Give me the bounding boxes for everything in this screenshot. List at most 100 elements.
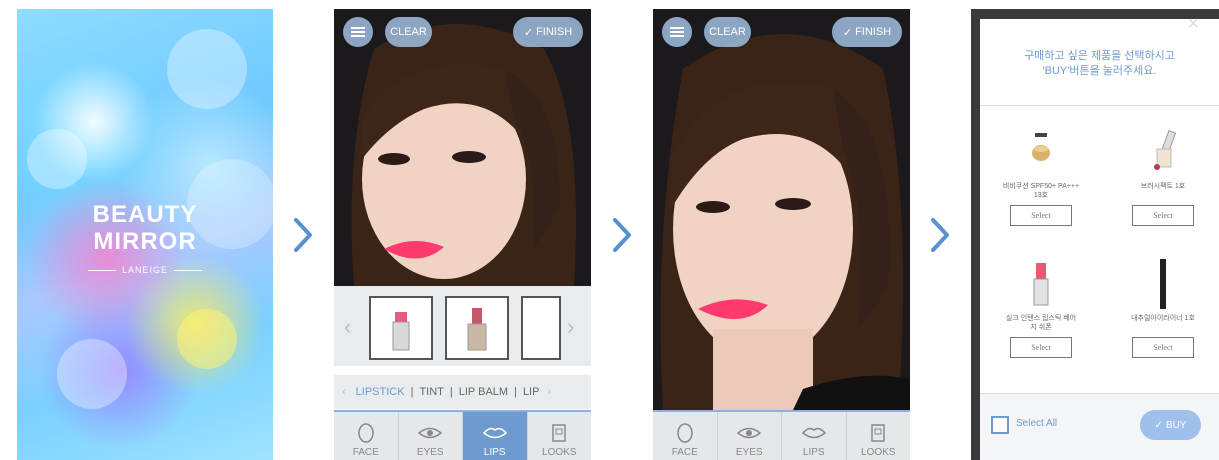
popup-title-line2: 'BUY'버튼을 눌러주세요. xyxy=(1042,65,1157,77)
separator: | xyxy=(410,386,414,398)
tab-looks[interactable]: LOOKS xyxy=(847,412,911,460)
finish-label: FINISH xyxy=(855,26,892,38)
check-icon: ✓ xyxy=(842,26,853,39)
tab-label: LIPS xyxy=(802,447,825,458)
eye-icon xyxy=(737,427,762,439)
separator: | xyxy=(449,386,453,398)
buy-button[interactable]: ✓ BUY xyxy=(1140,410,1201,440)
clear-button[interactable]: CLEAR xyxy=(704,17,751,47)
bokeh-circle xyxy=(167,29,247,109)
lips-icon xyxy=(482,427,507,439)
buy-label: BUY xyxy=(1165,419,1187,431)
product-item: 비비쿠션 SPF50+ PA+++ 13호 Select xyxy=(982,127,1100,226)
select-button[interactable]: Select xyxy=(1010,205,1072,226)
menu-button[interactable] xyxy=(343,17,373,47)
cushion-compact-icon xyxy=(1032,133,1050,161)
tab-eyes[interactable]: EYES xyxy=(399,412,463,460)
finish-label: FINISH xyxy=(536,26,573,38)
lipstick-thumbnail[interactable] xyxy=(521,296,561,360)
tab-label: LIPS xyxy=(483,447,506,458)
bokeh-circle xyxy=(177,309,237,369)
chevron-right-icon[interactable]: › xyxy=(547,386,551,398)
eye-icon xyxy=(418,427,443,439)
tab-label: LOOKS xyxy=(861,447,896,458)
tab-looks[interactable]: LOOKS xyxy=(528,412,592,460)
brand-subtitle: LANEIGE xyxy=(17,265,273,275)
chevron-right-icon xyxy=(294,218,312,252)
product-carousel: ‹ › xyxy=(334,286,591,366)
select-all-label[interactable]: Select All xyxy=(1016,418,1057,429)
tab-face[interactable]: FACE xyxy=(653,412,718,460)
tab-face[interactable]: FACE xyxy=(334,412,399,460)
bottom-tab-bar: FACE EYES LIPS LOOKS xyxy=(334,410,591,460)
face-icon xyxy=(358,423,374,443)
lipstick-icon xyxy=(467,308,487,351)
purchase-screen: × 구매하고 싶은 제품을 선택하시고 'BUY'버튼을 눌러주세요. 비비쿠션… xyxy=(971,9,1219,460)
lipstick-thumbnail[interactable] xyxy=(445,296,509,360)
product-name: 비비쿠션 SPF50+ PA+++ 13호 xyxy=(1002,183,1080,199)
portrait-image xyxy=(653,9,910,410)
product-item: 브러시팩트 1호 Select xyxy=(1104,127,1219,226)
tab-lips[interactable]: LIPS xyxy=(782,412,847,460)
lips-icon xyxy=(801,427,826,439)
tab-eyes[interactable]: EYES xyxy=(718,412,782,460)
separator: | xyxy=(514,386,517,398)
tab-label: EYES xyxy=(735,447,763,458)
category-row: ‹ LIPSTICK | TINT | LIP BALM | LIP › xyxy=(334,375,591,409)
hamburger-icon xyxy=(670,27,684,37)
select-button[interactable]: Select xyxy=(1132,205,1194,226)
popup-footer: Select All ✓ BUY xyxy=(980,393,1219,460)
tab-lips[interactable]: LIPS xyxy=(463,412,528,460)
category-lipstick[interactable]: LIPSTICK xyxy=(356,386,405,398)
face-icon xyxy=(677,423,693,443)
eyeliner-icon xyxy=(1160,259,1166,309)
lipstick-icon xyxy=(392,312,410,351)
tab-label: FACE xyxy=(352,447,379,458)
chevron-left-icon[interactable]: ‹ xyxy=(342,386,346,398)
select-button[interactable]: Select xyxy=(1010,337,1072,358)
product-name: 내추럴아이라이너 1호 xyxy=(1131,315,1195,322)
product-item: 실크 인텐스 립스틱 베어 지 쉬폰 Select xyxy=(982,259,1100,358)
tab-label: EYES xyxy=(416,447,444,458)
editor-screen-products: CLEAR ✓ FINISH ‹ › ‹ LIPSTICK | TINT | L… xyxy=(334,9,591,460)
bottom-tab-bar: FACE EYES LIPS LOOKS xyxy=(653,410,910,460)
clear-button[interactable]: CLEAR xyxy=(385,17,432,47)
editor-screen-fullface: CLEAR ✓ FINISH FACE EYES LIPS LOOKS xyxy=(653,9,910,460)
select-button[interactable]: Select xyxy=(1132,337,1194,358)
lipstick-icon xyxy=(1033,263,1049,306)
brand-title-line1: BEAUTY xyxy=(92,201,198,228)
check-icon: ✓ xyxy=(1154,419,1163,431)
finish-button[interactable]: ✓ FINISH xyxy=(832,17,902,47)
chevron-right-icon xyxy=(613,218,631,252)
close-icon[interactable]: × xyxy=(1187,13,1199,36)
tab-label: FACE xyxy=(671,447,698,458)
popup-title: 구매하고 싶은 제품을 선택하시고 'BUY'버튼을 눌러주세요. xyxy=(980,49,1219,79)
check-icon: ✓ xyxy=(523,26,534,39)
face-photo: CLEAR ✓ FINISH xyxy=(653,9,910,410)
portrait-image xyxy=(334,9,591,286)
category-lip-balm[interactable]: LIP BALM xyxy=(459,386,508,398)
select-all-checkbox[interactable] xyxy=(991,416,1009,434)
tab-label: LOOKS xyxy=(542,447,577,458)
menu-button[interactable] xyxy=(662,17,692,47)
bokeh-circle xyxy=(57,339,127,409)
face-photo: CLEAR ✓ FINISH xyxy=(334,9,591,286)
looks-book-icon xyxy=(552,424,566,442)
category-lip[interactable]: LIP xyxy=(523,386,540,398)
looks-book-icon xyxy=(871,424,885,442)
chevron-right-icon[interactable]: › xyxy=(567,314,574,340)
finish-button[interactable]: ✓ FINISH xyxy=(513,17,583,47)
chevron-left-icon[interactable]: ‹ xyxy=(344,314,351,340)
product-name: 실크 인텐스 립스틱 베어 지 쉬폰 xyxy=(1005,315,1077,331)
brush-compact-icon xyxy=(1154,129,1177,170)
product-name: 브러시팩트 1호 xyxy=(1140,183,1186,190)
chevron-right-icon xyxy=(931,218,949,252)
purchase-popup: × 구매하고 싶은 제품을 선택하시고 'BUY'버튼을 눌러주세요. 비비쿠션… xyxy=(980,13,1219,460)
brand-title-line2: MIRROR xyxy=(93,228,197,255)
bokeh-circle xyxy=(27,129,87,189)
splash-screen: BEAUTY MIRROR LANEIGE xyxy=(17,9,273,460)
popup-title-line1: 구매하고 싶은 제품을 선택하시고 xyxy=(1024,50,1175,62)
category-tint[interactable]: TINT xyxy=(419,386,443,398)
product-item: 내추럴아이라이너 1호 Select xyxy=(1104,259,1219,358)
lipstick-thumbnail[interactable] xyxy=(369,296,433,360)
